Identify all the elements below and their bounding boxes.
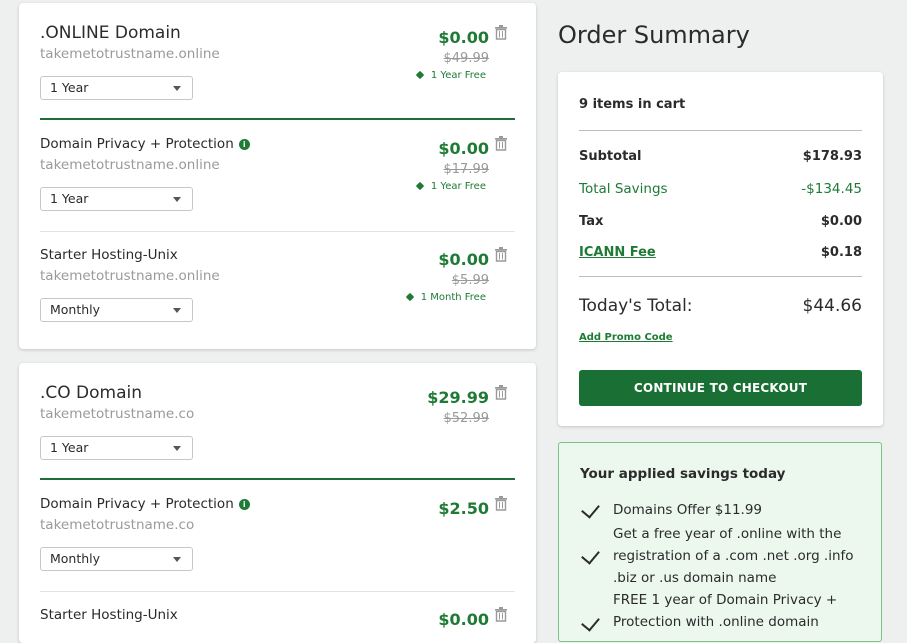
subtotal-label: Subtotal xyxy=(579,149,642,164)
product-title: Domain Privacy + Protection i xyxy=(40,136,250,152)
cart-item-online-domain: .ONLINE Domain takemetotrustname.online … xyxy=(19,3,536,120)
product-price: $29.99 xyxy=(427,388,489,407)
product-title: Starter Hosting-Unix xyxy=(40,247,178,263)
trash-icon[interactable] xyxy=(495,25,507,40)
product-title: Starter Hosting-Unix xyxy=(40,607,178,623)
order-summary-heading: Order Summary xyxy=(558,21,750,49)
promo-text: 1 Month Free xyxy=(420,292,486,303)
term-value: 1 Year xyxy=(50,191,89,206)
chevron-down-icon xyxy=(173,446,181,451)
cart-count-text: 9 items in cart xyxy=(579,97,686,112)
icann-fee-link[interactable]: ICANN Fee xyxy=(579,245,656,260)
original-price: $49.99 xyxy=(443,51,490,66)
trash-icon[interactable] xyxy=(495,247,507,262)
info-icon[interactable]: i xyxy=(238,499,250,510)
product-price: $0.00 xyxy=(438,139,489,158)
info-icon[interactable]: i xyxy=(238,139,250,150)
trash-icon[interactable] xyxy=(495,136,507,151)
cart-group-co: .CO Domain takemetotrustname.co 1 Year $… xyxy=(19,363,536,643)
term-select[interactable]: 1 Year xyxy=(40,436,193,460)
product-price: $0.00 xyxy=(438,610,489,629)
term-select[interactable]: Monthly xyxy=(40,547,193,571)
tag-icon xyxy=(415,181,425,191)
total-value: $44.66 xyxy=(802,296,862,316)
tax-label: Tax xyxy=(579,214,604,229)
icann-value: $0.18 xyxy=(820,245,862,260)
order-summary-card: 9 items in cart Subtotal $178.93 Total S… xyxy=(558,72,883,426)
product-domain: takemetotrustname.co xyxy=(40,517,195,533)
term-select[interactable]: 1 Year xyxy=(40,76,193,100)
promo-badge: 1 Year Free xyxy=(415,70,486,81)
savings-item: FREE 1 year of Domain Privacy + Protecti… xyxy=(613,592,838,630)
term-value: Monthly xyxy=(50,302,101,317)
tag-icon xyxy=(415,70,425,80)
product-price: $0.00 xyxy=(438,28,489,47)
tag-icon xyxy=(405,292,414,302)
check-icon xyxy=(581,499,600,519)
original-price: $5.99 xyxy=(451,273,489,288)
chevron-down-icon xyxy=(173,557,181,562)
original-price: $17.99 xyxy=(443,162,490,177)
promo-badge: 1 Year Free xyxy=(415,181,486,192)
summary-divider xyxy=(579,130,862,131)
product-title: Domain Privacy + Protection i xyxy=(40,496,250,512)
chevron-down-icon xyxy=(173,308,181,313)
savings-label: Total Savings xyxy=(579,181,668,197)
subtotal-value: $178.93 xyxy=(802,149,862,164)
promo-text: 1 Year Free xyxy=(430,181,486,192)
promo-text: 1 Year Free xyxy=(430,70,486,81)
trash-icon[interactable] xyxy=(495,607,507,622)
product-domain: takemetotrustname.online xyxy=(40,268,220,284)
term-select[interactable]: 1 Year xyxy=(40,187,193,211)
term-value: Monthly xyxy=(50,551,101,566)
product-title: .CO Domain xyxy=(40,383,143,403)
trash-icon[interactable] xyxy=(495,385,507,400)
tax-value: $0.00 xyxy=(820,214,862,229)
product-domain: takemetotrustname.online xyxy=(40,46,220,62)
check-icon xyxy=(581,545,600,565)
product-price: $0.00 xyxy=(438,250,489,269)
savings-item: Get a free year of .online with the regi… xyxy=(613,526,854,586)
continue-to-checkout-button[interactable]: CONTINUE TO CHECKOUT xyxy=(579,370,862,406)
trash-icon[interactable] xyxy=(495,496,507,511)
original-price: $52.99 xyxy=(443,411,490,426)
add-promo-code-link[interactable]: Add Promo Code xyxy=(579,332,673,343)
term-value: 1 Year xyxy=(50,440,89,455)
chevron-down-icon xyxy=(173,197,181,202)
savings-item: Domains Offer $11.99 xyxy=(613,502,763,518)
product-domain: takemetotrustname.online xyxy=(40,157,220,173)
cart-item-co-domain: .CO Domain takemetotrustname.co 1 Year $… xyxy=(19,363,536,480)
chevron-down-icon xyxy=(173,86,181,91)
product-domain: takemetotrustname.co xyxy=(40,406,195,422)
promo-badge: 1 Month Free xyxy=(405,292,486,303)
applied-savings-panel: Your applied savings today Domains Offer… xyxy=(558,442,882,642)
total-label: Today's Total: xyxy=(579,296,693,316)
cart-item-privacy-co: Domain Privacy + Protection i takemetotru… xyxy=(19,480,536,591)
product-title: .ONLINE Domain xyxy=(40,23,181,43)
cart-item-hosting-co: Starter Hosting-Unix $0.00 xyxy=(19,591,536,643)
cart-item-privacy: Domain Privacy + Protection i takemetotru… xyxy=(19,120,536,231)
summary-divider xyxy=(579,276,862,277)
cart-item-hosting: Starter Hosting-Unix takemetotrustname.o… xyxy=(19,231,536,349)
term-value: 1 Year xyxy=(50,80,89,95)
cart-group-online: .ONLINE Domain takemetotrustname.online … xyxy=(19,3,536,349)
savings-value: -$134.45 xyxy=(801,181,862,197)
product-price: $2.50 xyxy=(438,499,489,518)
term-select[interactable]: Monthly xyxy=(40,298,193,322)
applied-savings-heading: Your applied savings today xyxy=(580,466,786,482)
